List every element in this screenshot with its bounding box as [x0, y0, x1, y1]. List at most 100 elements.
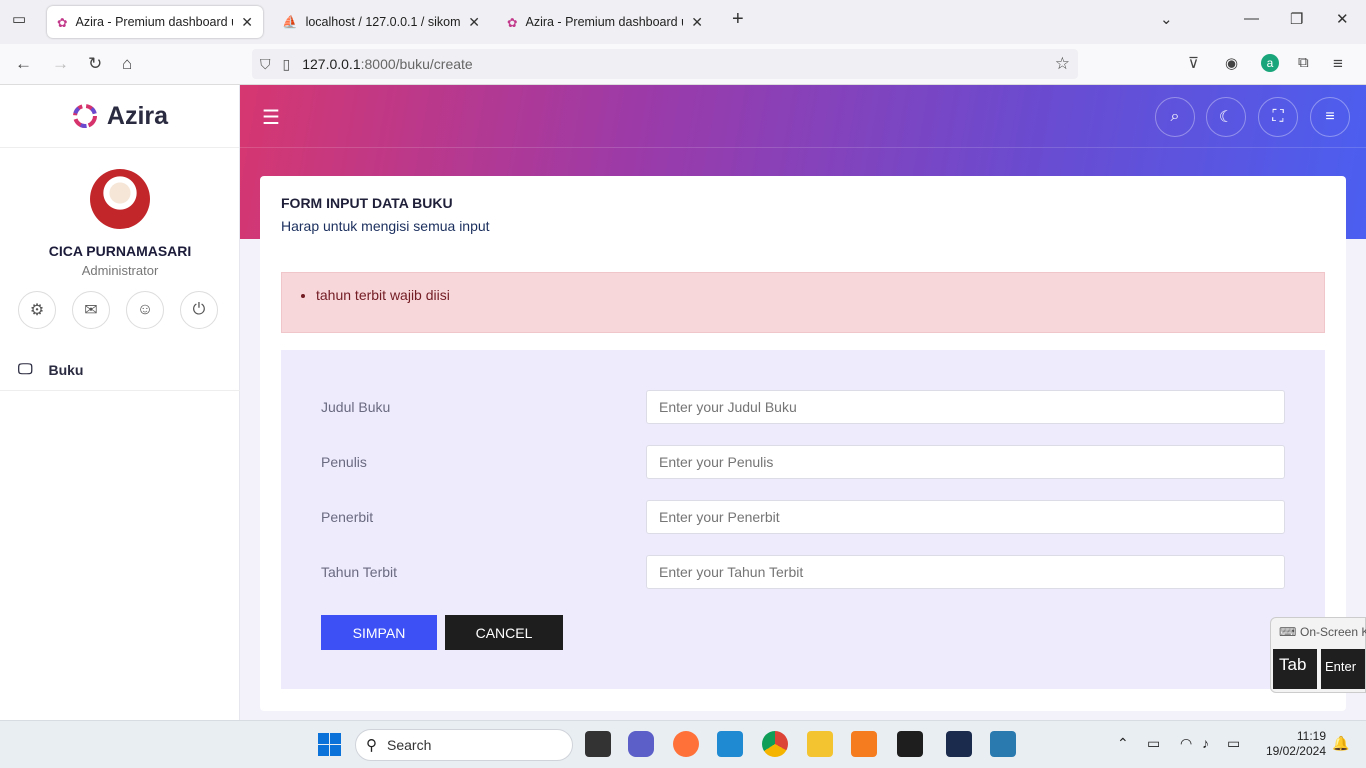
menu-lines-icon: ≡ [1325, 108, 1335, 125]
sidebar-item-buku[interactable]: 🖵 Buku [0, 349, 240, 391]
user-role: Administrator [81, 263, 159, 278]
file-explorer-icon[interactable] [807, 731, 833, 757]
mail-icon: ✉ [84, 302, 98, 319]
close-tab-icon[interactable]: ✕ [691, 14, 703, 31]
tab-title: localhost / 127.0.0.1 / sikom_1 / [305, 15, 461, 29]
azira-favicon-icon: ✿ [57, 15, 68, 30]
page-title: FORM INPUT DATA BUKU [281, 195, 453, 211]
osk-title: On-Screen K [1300, 625, 1366, 639]
penerbit-input[interactable] [646, 500, 1285, 534]
taskbar-search[interactable]: ⚲ Search [355, 729, 573, 761]
meet-chat-icon[interactable] [628, 731, 654, 757]
chrome-icon[interactable] [762, 731, 788, 757]
osk-tab-key[interactable]: Tab [1273, 649, 1317, 689]
moon-icon: ☾ [1218, 109, 1234, 126]
error-alert: tahun terbit wajib diisi [281, 272, 1325, 333]
monitor-icon: 🖵 [18, 361, 33, 378]
devcpp-icon[interactable] [946, 731, 972, 757]
search-icon: ⚲ [366, 737, 377, 754]
tray-display-icon[interactable]: ▭ [1147, 735, 1160, 752]
close-tab-icon[interactable]: ✕ [241, 14, 253, 31]
save-button[interactable]: SIMPAN [321, 615, 437, 650]
url-path: :8000/buku/create [360, 56, 473, 72]
windows-taskbar: ⚲ Search ⌃ ▭ ◠ ♪ ▭ 11:19 19/02/2024 🔔 [0, 720, 1366, 768]
profile-button[interactable]: ☺ [126, 291, 164, 329]
browser-nav-bar: ← → ↻ ⌂ ⛉ ▯ 127.0.0.1:8000/buku/create ☆… [0, 44, 1366, 85]
clock-time: 11:19 [1296, 729, 1326, 743]
close-window-icon[interactable]: ✕ [1336, 10, 1349, 28]
windows-start-icon[interactable] [318, 733, 341, 756]
avatar [90, 169, 150, 229]
user-name: CICA PURNAMASARI [48, 243, 192, 259]
minimize-icon[interactable]: — [1244, 10, 1259, 27]
on-screen-keyboard: ⌨ On-Screen K Tab Enter [1270, 617, 1366, 693]
mail-button[interactable]: ✉ [72, 291, 110, 329]
power-icon: ⏻ [192, 301, 206, 318]
reload-icon[interactable]: ↻ [88, 54, 102, 74]
url-host: 127.0.0.1 [302, 56, 361, 72]
browser-tab-2[interactable]: ⛵ localhost / 127.0.0.1 / sikom_1 / ✕ [272, 6, 490, 38]
judul-buku-label: Judul Buku [321, 399, 391, 415]
task-view-icon[interactable] [585, 731, 611, 757]
fullscreen-button[interactable]: ⛶ [1258, 97, 1298, 137]
error-message: tahun terbit wajib diisi [316, 287, 450, 303]
tray-chevron-up-icon[interactable]: ⌃ [1117, 735, 1129, 752]
notifications-bell-icon[interactable]: 🔔 [1332, 735, 1349, 752]
taskbar-clock[interactable]: 11:19 19/02/2024 [1258, 729, 1326, 759]
app-menu-icon[interactable]: ≡ [1333, 54, 1343, 74]
judul-buku-input[interactable] [646, 390, 1285, 424]
tahun-terbit-label: Tahun Terbit [321, 564, 398, 580]
bookmark-star-icon[interactable]: ☆ [1055, 54, 1070, 74]
dark-mode-button[interactable]: ☾ [1206, 97, 1246, 137]
extensions-puzzle-icon[interactable]: ⧉ [1298, 54, 1309, 71]
back-icon[interactable]: ← [15, 54, 32, 74]
logout-button[interactable]: ⏻ [180, 291, 218, 329]
fullscreen-icon: ⛶ [1272, 108, 1284, 125]
form-card: FORM INPUT DATA BUKU Harap untuk mengisi… [260, 176, 1346, 711]
tab-title: Azira - Premium dashboard ui k [525, 15, 684, 29]
clock-date: 19/02/2024 [1265, 744, 1326, 758]
penulis-label: Penulis [321, 454, 367, 470]
tahun-terbit-input[interactable] [646, 555, 1285, 589]
browser-tab-3[interactable]: ✿ Azira - Premium dashboard ui k ✕ [497, 6, 713, 38]
list-tabs-chevron-down-icon[interactable]: ⌄ [1160, 10, 1173, 28]
pocket-icon[interactable]: ⊽ [1188, 54, 1199, 72]
url-bar[interactable]: ⛉ ▯ 127.0.0.1:8000/buku/create ☆ [252, 49, 1078, 79]
account-icon[interactable]: ◉ [1225, 54, 1238, 72]
wifi-icon[interactable]: ◠ [1180, 735, 1192, 752]
tab-overview-icon[interactable]: ▭ [12, 10, 26, 28]
osk-enter-key[interactable]: Enter [1321, 649, 1365, 689]
page-icon: ▯ [282, 55, 291, 72]
restore-icon[interactable]: ❐ [1290, 10, 1303, 28]
book-form: Judul Buku Penulis Penerbit Tahun Terbit… [281, 350, 1325, 689]
browser-tab-1[interactable]: ✿ Azira - Premium dashboard ui k ✕ [47, 6, 263, 38]
phpmyadmin-favicon-icon: ⛵ [282, 14, 298, 29]
brand-logo[interactable]: Azira [0, 85, 239, 148]
options-button[interactable]: ≡ [1310, 97, 1350, 137]
keyboard-icon: ⌨ [1279, 625, 1297, 639]
taskbar-search-label: Search [387, 737, 432, 753]
penerbit-label: Penerbit [321, 509, 374, 525]
extension-a-icon[interactable]: a [1261, 54, 1279, 72]
vscode-icon[interactable] [717, 731, 743, 757]
sidebar: Azira CICA PURNAMASARI Administrator ⚙ ✉… [0, 85, 240, 720]
penulis-input[interactable] [646, 445, 1285, 479]
search-button[interactable]: ⌕ [1155, 97, 1195, 137]
search-icon: ⌕ [1170, 108, 1180, 125]
osk-app-icon[interactable] [990, 731, 1016, 757]
settings-button[interactable]: ⚙ [18, 291, 56, 329]
shield-icon[interactable]: ⛉ [260, 56, 271, 73]
hamburger-menu-icon[interactable]: ☰ [262, 105, 280, 130]
volume-icon[interactable]: ♪ [1202, 735, 1209, 751]
close-tab-icon[interactable]: ✕ [468, 14, 480, 31]
sidebar-item-label: Buku [48, 361, 84, 378]
home-icon[interactable]: ⌂ [122, 54, 132, 74]
browser-tab-strip: ▭ ✿ Azira - Premium dashboard ui k ✕ ⛵ l… [0, 0, 1366, 44]
battery-icon[interactable]: ▭ [1227, 735, 1240, 752]
xampp-icon[interactable] [851, 731, 877, 757]
dropbox-icon[interactable] [897, 731, 923, 757]
firefox-icon[interactable] [673, 731, 699, 757]
forward-icon[interactable]: → [52, 54, 69, 74]
new-tab-icon[interactable]: + [732, 8, 744, 31]
cancel-button[interactable]: CANCEL [445, 615, 563, 650]
